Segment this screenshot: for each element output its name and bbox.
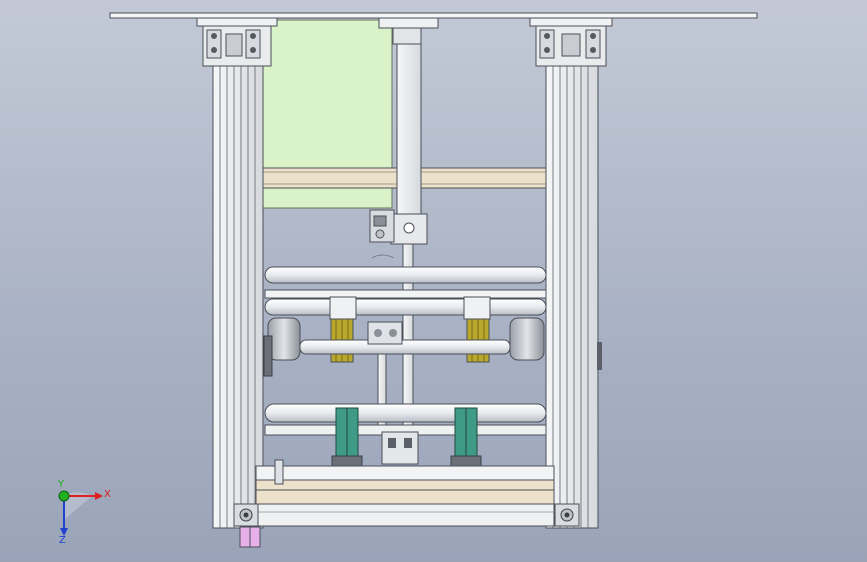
roller-row-2: [264, 289, 547, 316]
sensor-cluster: [369, 209, 395, 259]
right-side-clip: [597, 342, 602, 370]
left-frame-post: [212, 61, 264, 529]
cad-viewport[interactable]: X Y Z: [0, 0, 867, 562]
right-corner-connector: [554, 503, 580, 527]
right-drive-wheel: [509, 317, 545, 361]
left-corner-connector: [233, 503, 259, 527]
top-plate: [109, 12, 758, 19]
roller-row-1: [264, 266, 547, 284]
left-top-bracket: [196, 17, 278, 67]
y-axis-label: Y: [57, 479, 65, 490]
lower-roller: [264, 403, 547, 436]
left-linear-guide: [331, 407, 363, 467]
left-drive-wheel: [263, 317, 301, 377]
base-frame: [255, 459, 555, 527]
z-axis-label: Z: [59, 535, 66, 546]
axis-triad: X Y Z: [57, 479, 111, 546]
machine-front-view: X Y Z: [57, 12, 758, 548]
right-linear-guide: [450, 407, 482, 467]
x-axis-label: X: [104, 489, 111, 500]
pink-sensor: [239, 526, 261, 548]
center-lower-mount: [381, 431, 419, 465]
right-top-bracket: [529, 17, 613, 67]
right-frame-post: [545, 61, 599, 529]
